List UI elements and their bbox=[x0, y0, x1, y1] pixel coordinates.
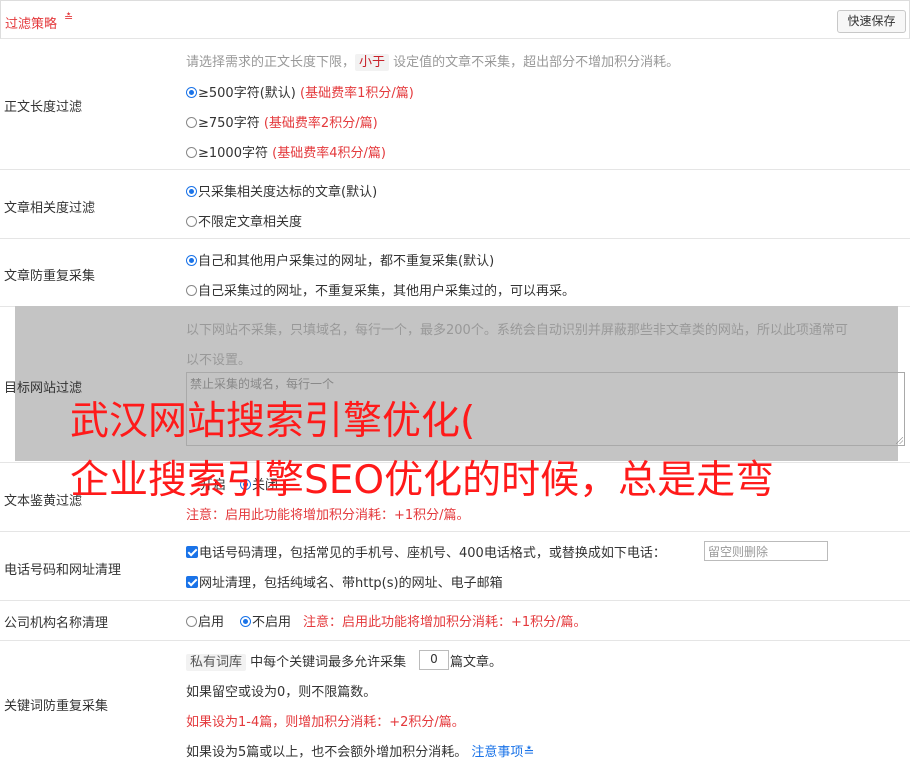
relevance-row: 文章相关度过滤 只采集相关度达标的文章(默认) 不限定文章相关度 bbox=[0, 170, 910, 239]
keyword-dedupe-text-before: 中每个关键词最多允许采集 bbox=[250, 655, 407, 670]
less-than-chip: 小于 bbox=[355, 54, 390, 71]
length-filter-desc: 请选择需求的正文长度下限， 小于 设定值的文章不采集，超出部分不增加积分消耗。 bbox=[186, 51, 680, 71]
chevron-down-icon[interactable]: ≛ bbox=[64, 11, 73, 24]
length-option-500-note: (基础费率1积分/篇) bbox=[300, 86, 414, 101]
porn-filter-note: 注意：启用此功能将增加积分消耗：+1积分/篇。 bbox=[186, 508, 470, 523]
relevance-option-unlimited[interactable]: 不限定文章相关度 bbox=[186, 211, 302, 230]
chevron-down-icon: ≛ bbox=[523, 745, 535, 760]
keyword-dedupe-text-after: 篇文章。 bbox=[450, 655, 503, 670]
dedupe-option-self[interactable]: 自己采集过的网址，不重复采集，其他用户采集过的，可以再采。 bbox=[186, 280, 575, 299]
checkbox-checked-icon[interactable] bbox=[186, 546, 198, 558]
notes-link[interactable]: 注意事项≛ bbox=[471, 745, 534, 760]
length-option-750-text: ≥750字符 bbox=[198, 116, 260, 131]
url-clean-checkbox[interactable]: 网址清理，包括纯域名、带http(s)的网址、电子邮箱 bbox=[186, 572, 503, 591]
keyword-dedupe-line2: 如果留空或设为0，则不限篇数。 bbox=[186, 685, 377, 700]
relevance-option-default[interactable]: 只采集相关度达标的文章(默认) bbox=[186, 181, 377, 200]
header-title[interactable]: 过滤策略 bbox=[5, 13, 57, 32]
overlay-headline-1: 武汉网站搜索引擎优化( bbox=[70, 399, 476, 444]
length-filter-label: 正文长度过滤 bbox=[4, 100, 83, 115]
url-clean-text: 网址清理，包括纯域名、带http(s)的网址、电子邮箱 bbox=[199, 576, 503, 591]
keyword-dedupe-line4-text: 如果设为5篇或以上，也不会额外增加积分消耗。 bbox=[186, 745, 468, 760]
keyword-dedupe-label: 关键词防重复采集 bbox=[4, 699, 109, 714]
keyword-dedupe-line1: 私有词库 中每个关键词最多允许采集 bbox=[186, 651, 407, 671]
filter-strategy-header: 过滤策略 ≛ 快速保存 bbox=[0, 0, 910, 39]
dedupe-option-all-text: 自己和其他用户采集过的网址，都不重复采集(默认) bbox=[198, 254, 495, 269]
quick-save-button[interactable]: 快速保存 bbox=[837, 10, 906, 33]
replacement-phone-placeholder: 留空则删除 bbox=[708, 545, 769, 559]
resize-handle-icon[interactable] bbox=[896, 437, 903, 444]
dedupe-option-self-text: 自己采集过的网址，不重复采集，其他用户采集过的，可以再采。 bbox=[198, 284, 576, 299]
company-clean-on-text: 启用 bbox=[198, 615, 225, 630]
radio-selected-icon[interactable] bbox=[186, 87, 197, 98]
notes-link-text: 注意事项 bbox=[471, 745, 524, 760]
keyword-dedupe-line3: 如果设为1-4篇，则增加积分消耗：+2积分/篇。 bbox=[186, 715, 465, 730]
radio-icon[interactable] bbox=[186, 616, 197, 627]
site-filter-desc-2: 以不设置。 bbox=[186, 353, 252, 368]
keyword-dedupe-line4: 如果设为5篇或以上，也不会额外增加积分消耗。 注意事项≛ bbox=[186, 741, 534, 760]
dedupe-option-all[interactable]: 自己和其他用户采集过的网址，都不重复采集(默认) bbox=[186, 250, 494, 269]
dedupe-row: 文章防重复采集 自己和其他用户采集过的网址，都不重复采集(默认) 自己采集过的网… bbox=[0, 239, 910, 307]
max-articles-value: 0 bbox=[430, 652, 438, 666]
length-option-1000-note: (基础费率4积分/篇) bbox=[272, 146, 386, 161]
length-filter-row: 正文长度过滤 请选择需求的正文长度下限， 小于 设定值的文章不采集，超出部分不增加… bbox=[0, 39, 910, 170]
length-option-750-note: (基础费率2积分/篇) bbox=[263, 116, 378, 131]
relevance-option-default-text: 只采集相关度达标的文章(默认) bbox=[198, 185, 378, 200]
phone-clean-label: 电话号码和网址清理 bbox=[4, 563, 122, 578]
company-clean-note: 注意：启用此功能将增加积分消耗：+1积分/篇。 bbox=[303, 615, 587, 630]
blocked-domains-placeholder: 禁止采集的域名，每行一个 bbox=[190, 377, 335, 391]
company-clean-off[interactable]: 不启用 bbox=[240, 611, 291, 630]
max-articles-input[interactable]: 0 bbox=[419, 650, 449, 670]
radio-icon[interactable] bbox=[186, 285, 197, 296]
radio-icon[interactable] bbox=[186, 216, 197, 227]
length-option-1000[interactable]: ≥1000字符 (基础费率4积分/篇) bbox=[186, 142, 386, 161]
length-desc-after: 设定值的文章不采集，超出部分不增加积分消耗。 bbox=[393, 55, 680, 70]
radio-selected-icon[interactable] bbox=[186, 255, 197, 266]
keyword-dedupe-row: 关键词防重复采集 私有词库 中每个关键词最多允许采集 0 篇文章。 如果留空或设… bbox=[0, 641, 910, 768]
radio-selected-icon[interactable] bbox=[186, 186, 197, 197]
dedupe-label: 文章防重复采集 bbox=[4, 269, 96, 284]
length-option-750[interactable]: ≥750字符 (基础费率2积分/篇) bbox=[186, 112, 378, 131]
company-clean-on[interactable]: 启用 bbox=[186, 611, 224, 630]
phone-clean-checkbox[interactable]: 电话号码清理，包括常见的手机号、座机号、400电话格式，或替换成如下电话： bbox=[186, 542, 666, 561]
company-clean-label: 公司机构名称清理 bbox=[4, 616, 109, 631]
checkbox-checked-icon[interactable] bbox=[186, 576, 198, 588]
radio-icon[interactable] bbox=[186, 117, 197, 128]
company-clean-off-text: 不启用 bbox=[252, 615, 292, 630]
phone-clean-text: 电话号码清理，包括常见的手机号、座机号、400电话格式，或替换成如下电话： bbox=[199, 546, 666, 561]
replacement-phone-input[interactable]: 留空则删除 bbox=[704, 541, 828, 561]
overlay-headline-2: 企业搜索引擎SEO优化的时候，总是走弯 bbox=[70, 458, 775, 503]
length-option-500[interactable]: ≥500字符(默认) (基础费率1积分/篇) bbox=[186, 82, 414, 101]
length-desc-before: 请选择需求的正文长度下限， bbox=[186, 55, 356, 70]
relevance-label: 文章相关度过滤 bbox=[4, 201, 96, 216]
relevance-option-unlimited-text: 不限定文章相关度 bbox=[198, 215, 303, 230]
private-lexicon-chip[interactable]: 私有词库 bbox=[186, 654, 247, 671]
site-filter-desc-1: 以下网站不采集，只填域名，每行一个，最多200个。系统会自动识别并屏蔽那些非文章… bbox=[186, 323, 848, 338]
radio-selected-icon[interactable] bbox=[240, 616, 251, 627]
company-clean-row: 公司机构名称清理 启用 不启用 注意：启用此功能将增加积分消耗：+1积分/篇。 bbox=[0, 601, 910, 641]
radio-icon[interactable] bbox=[186, 147, 197, 158]
length-option-500-text: ≥500字符(默认) bbox=[198, 86, 296, 101]
length-option-1000-text: ≥1000字符 bbox=[198, 146, 268, 161]
phone-clean-row: 电话号码和网址清理 电话号码清理，包括常见的手机号、座机号、400电话格式，或替… bbox=[0, 532, 910, 601]
